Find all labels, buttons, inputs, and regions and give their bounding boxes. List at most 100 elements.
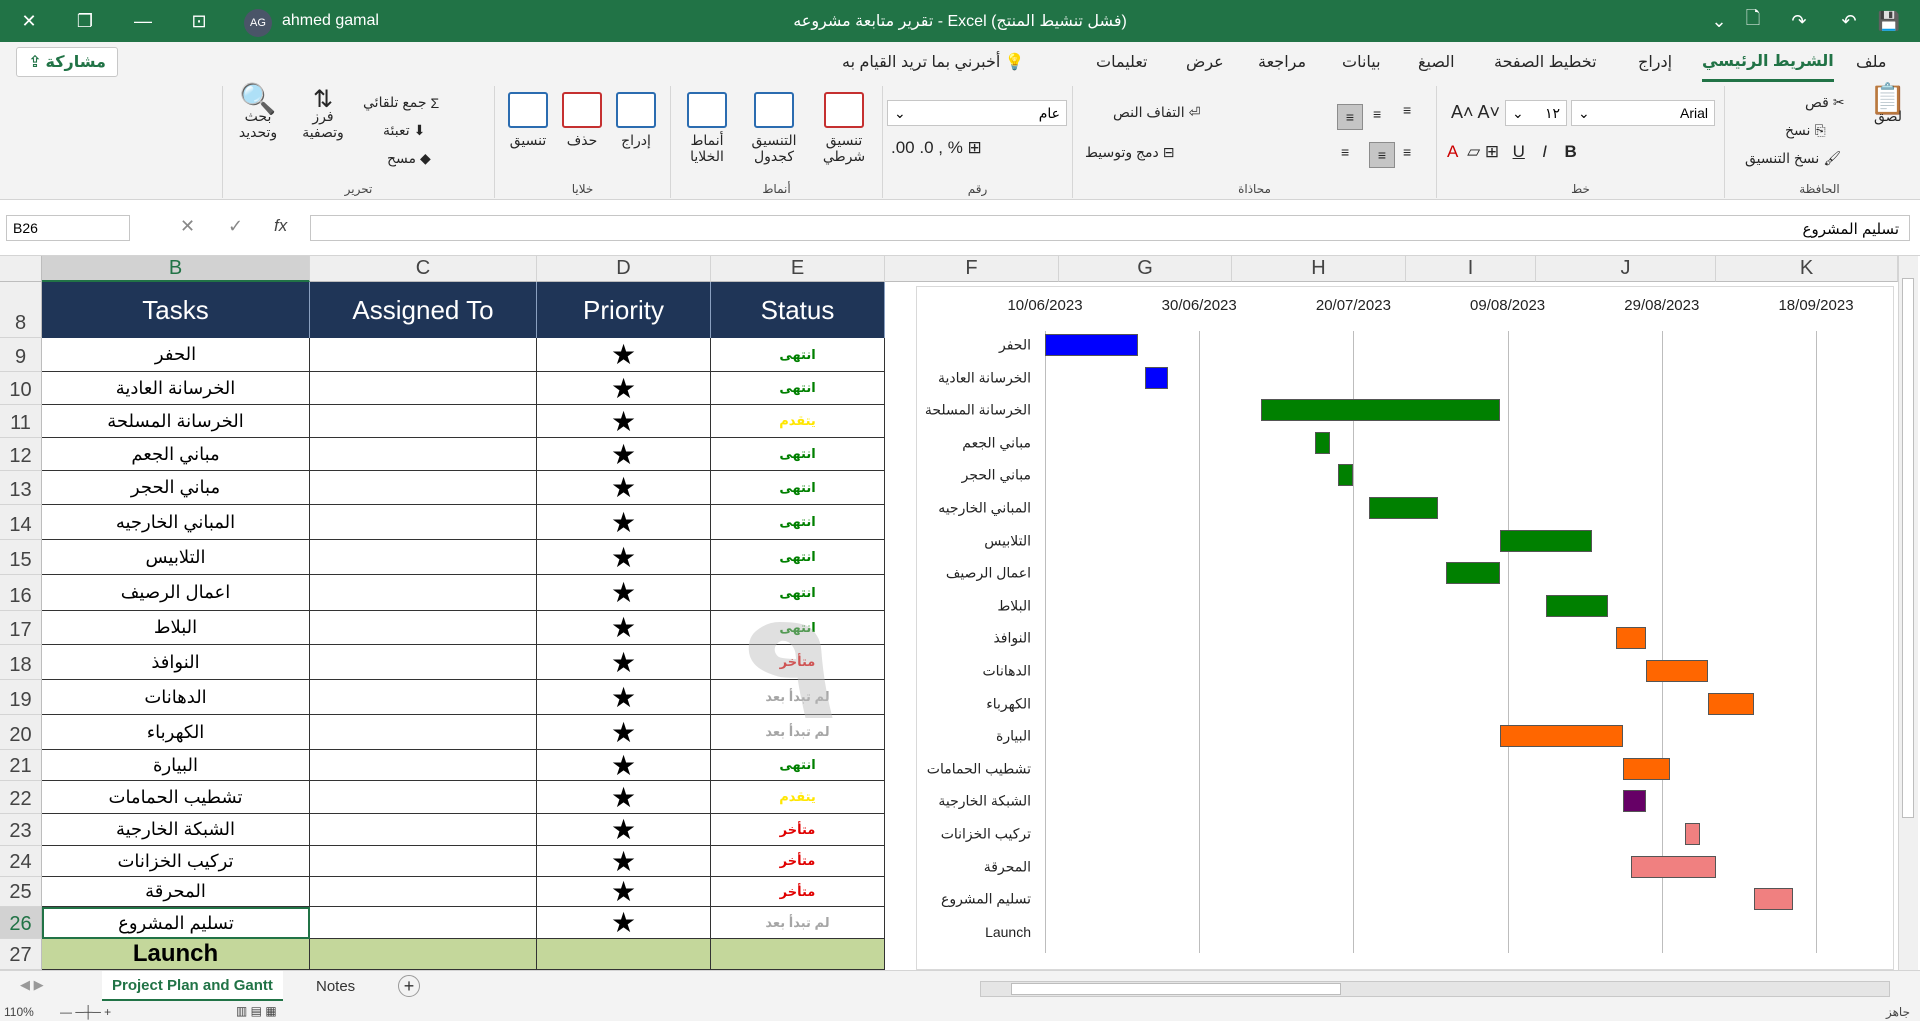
gantt-bar[interactable] bbox=[1630, 855, 1716, 878]
status-cell[interactable]: متأخر bbox=[711, 814, 885, 846]
gantt-bar[interactable] bbox=[1260, 399, 1500, 422]
conditional-format-button[interactable]: تنسيق شرطي bbox=[811, 92, 877, 164]
priority-star-icon[interactable]: ★ bbox=[537, 680, 711, 715]
row-header[interactable]: 22 bbox=[0, 781, 42, 814]
priority-star-icon[interactable]: ★ bbox=[537, 540, 711, 575]
header-assigned[interactable]: Assigned To bbox=[310, 282, 537, 338]
gantt-bar[interactable] bbox=[1368, 497, 1439, 519]
autosum-button[interactable]: جمع تلقائي Σ bbox=[363, 94, 439, 111]
gantt-bar[interactable] bbox=[1546, 594, 1608, 617]
align-left-button[interactable]: ≡ bbox=[1403, 144, 1411, 160]
row-header[interactable]: 12 bbox=[0, 438, 42, 471]
tab-notes[interactable]: Notes bbox=[306, 971, 365, 1001]
share-button[interactable]: ⇪ مشاركة bbox=[16, 47, 118, 77]
number-format-select[interactable]: ⌄ عام bbox=[887, 100, 1067, 126]
row-header[interactable]: 25 bbox=[0, 877, 42, 907]
task-cell[interactable]: مباني الحجر bbox=[42, 471, 310, 505]
horizontal-scrollbar[interactable] bbox=[980, 981, 1890, 997]
menu-data[interactable]: بيانات bbox=[1342, 42, 1381, 82]
row-header[interactable]: 21 bbox=[0, 750, 42, 781]
status-cell[interactable]: يتقدم bbox=[711, 781, 885, 814]
menu-page-layout[interactable]: تخطيط الصفحة bbox=[1494, 42, 1597, 82]
paste-button[interactable]: 📋 لصق bbox=[1865, 85, 1911, 125]
priority-star-icon[interactable]: ★ bbox=[537, 471, 711, 505]
status-cell[interactable]: متأخر bbox=[711, 877, 885, 907]
view-buttons[interactable]: ▥ ▤ ▦ bbox=[236, 1004, 277, 1018]
add-sheet-button[interactable]: + bbox=[398, 975, 420, 997]
priority-star-icon[interactable]: ★ bbox=[537, 814, 711, 846]
copy-button[interactable]: نسخ ⎘ bbox=[1785, 122, 1826, 139]
font-size-select[interactable]: ⌄ ١٢ bbox=[1505, 100, 1567, 126]
row-header[interactable]: 14 bbox=[0, 505, 42, 540]
gantt-bar[interactable] bbox=[1499, 725, 1624, 748]
assigned-cell[interactable] bbox=[310, 471, 537, 505]
merge-center-button[interactable]: دمج وتوسيط ⊟ bbox=[1085, 144, 1175, 161]
menu-formulas[interactable]: الصيغ bbox=[1418, 42, 1455, 82]
assigned-cell[interactable] bbox=[310, 846, 537, 877]
task-cell[interactable]: المحرقة bbox=[42, 877, 310, 907]
launch-row-cell[interactable] bbox=[537, 939, 711, 970]
status-cell[interactable]: انتهى bbox=[711, 438, 885, 471]
gantt-bar[interactable] bbox=[1646, 660, 1709, 682]
priority-star-icon[interactable]: ★ bbox=[537, 907, 711, 939]
tab-project-plan[interactable]: Project Plan and Gantt bbox=[102, 971, 283, 1001]
gantt-bar[interactable] bbox=[1754, 888, 1793, 911]
status-cell[interactable]: انتهى bbox=[711, 372, 885, 405]
ribbon-display-icon[interactable]: ⊡ bbox=[176, 0, 222, 42]
gantt-bar[interactable] bbox=[1708, 692, 1755, 715]
status-cell[interactable]: انتهى bbox=[711, 471, 885, 505]
format-painter-button[interactable]: نسخ التنسيق 🖌 bbox=[1745, 150, 1841, 167]
assigned-cell[interactable] bbox=[310, 372, 537, 405]
row-header[interactable]: 27 bbox=[0, 939, 42, 970]
priority-star-icon[interactable]: ★ bbox=[537, 575, 711, 611]
zoom-slider[interactable]: — ─┼─ + bbox=[60, 1005, 111, 1019]
gantt-bar[interactable] bbox=[1684, 823, 1701, 845]
priority-star-icon[interactable]: ★ bbox=[537, 438, 711, 471]
task-cell[interactable]: الحفر bbox=[42, 338, 310, 372]
assigned-cell[interactable] bbox=[310, 715, 537, 750]
minimize-icon[interactable]: — bbox=[120, 0, 166, 42]
font-grow-shrink[interactable]: A˄ A˅ bbox=[1451, 102, 1500, 123]
assigned-cell[interactable] bbox=[310, 680, 537, 715]
task-cell[interactable]: الخرسانة العادية bbox=[42, 372, 310, 405]
format-as-table-button[interactable]: التنسيق كجدول bbox=[741, 92, 807, 164]
assigned-cell[interactable] bbox=[310, 750, 537, 781]
menu-review[interactable]: مراجعة bbox=[1258, 42, 1306, 82]
row-header[interactable]: 15 bbox=[0, 540, 42, 575]
priority-star-icon[interactable]: ★ bbox=[537, 750, 711, 781]
gantt-bar[interactable] bbox=[1615, 627, 1647, 650]
status-cell[interactable]: انتهى bbox=[711, 750, 885, 781]
select-all-corner[interactable] bbox=[0, 256, 42, 282]
find-select-button[interactable]: 🔍 بحث وتحديد bbox=[229, 85, 287, 141]
cell-styles-button[interactable]: أنماط الخلايا bbox=[677, 92, 737, 164]
col-header-k[interactable]: K bbox=[1716, 256, 1898, 282]
tell-me-input[interactable]: أخبرني بما تريد القيام به 💡 bbox=[842, 42, 1025, 82]
status-cell[interactable]: انتهى bbox=[711, 338, 885, 372]
status-cell[interactable]: متأخر bbox=[711, 846, 885, 877]
task-cell[interactable]: الدهانات bbox=[42, 680, 310, 715]
gantt-bar[interactable] bbox=[1314, 431, 1331, 454]
row-header[interactable]: 20 bbox=[0, 715, 42, 750]
tab-scroll-icons[interactable]: ◀ ▶ bbox=[20, 977, 44, 993]
row-header[interactable]: 26 bbox=[0, 907, 42, 939]
gantt-bar[interactable] bbox=[1445, 562, 1500, 585]
priority-star-icon[interactable]: ★ bbox=[537, 876, 711, 907]
cut-button[interactable]: قص ✂ bbox=[1805, 94, 1845, 111]
assigned-cell[interactable] bbox=[310, 540, 537, 575]
assigned-cell[interactable] bbox=[310, 814, 537, 846]
col-header-j[interactable]: J bbox=[1536, 256, 1716, 282]
enter-icon[interactable]: ✓ bbox=[228, 216, 243, 237]
zoom-level[interactable]: 110% bbox=[4, 1005, 34, 1019]
priority-star-icon[interactable]: ★ bbox=[537, 781, 711, 814]
launch-row-cell[interactable] bbox=[310, 939, 537, 970]
task-cell[interactable]: البيارة bbox=[42, 750, 310, 781]
status-cell[interactable]: انتهى bbox=[711, 505, 885, 540]
col-header-b[interactable]: B bbox=[42, 256, 310, 282]
redo-icon[interactable]: ↷ bbox=[1776, 0, 1822, 42]
assigned-cell[interactable] bbox=[310, 645, 537, 680]
col-header-g[interactable]: G bbox=[1059, 256, 1232, 282]
col-header-d[interactable]: D bbox=[537, 256, 711, 282]
restore-icon[interactable]: ❐ bbox=[62, 0, 108, 42]
menu-help[interactable]: تعليمات bbox=[1096, 42, 1147, 82]
menu-file[interactable]: ملف bbox=[1856, 42, 1886, 82]
